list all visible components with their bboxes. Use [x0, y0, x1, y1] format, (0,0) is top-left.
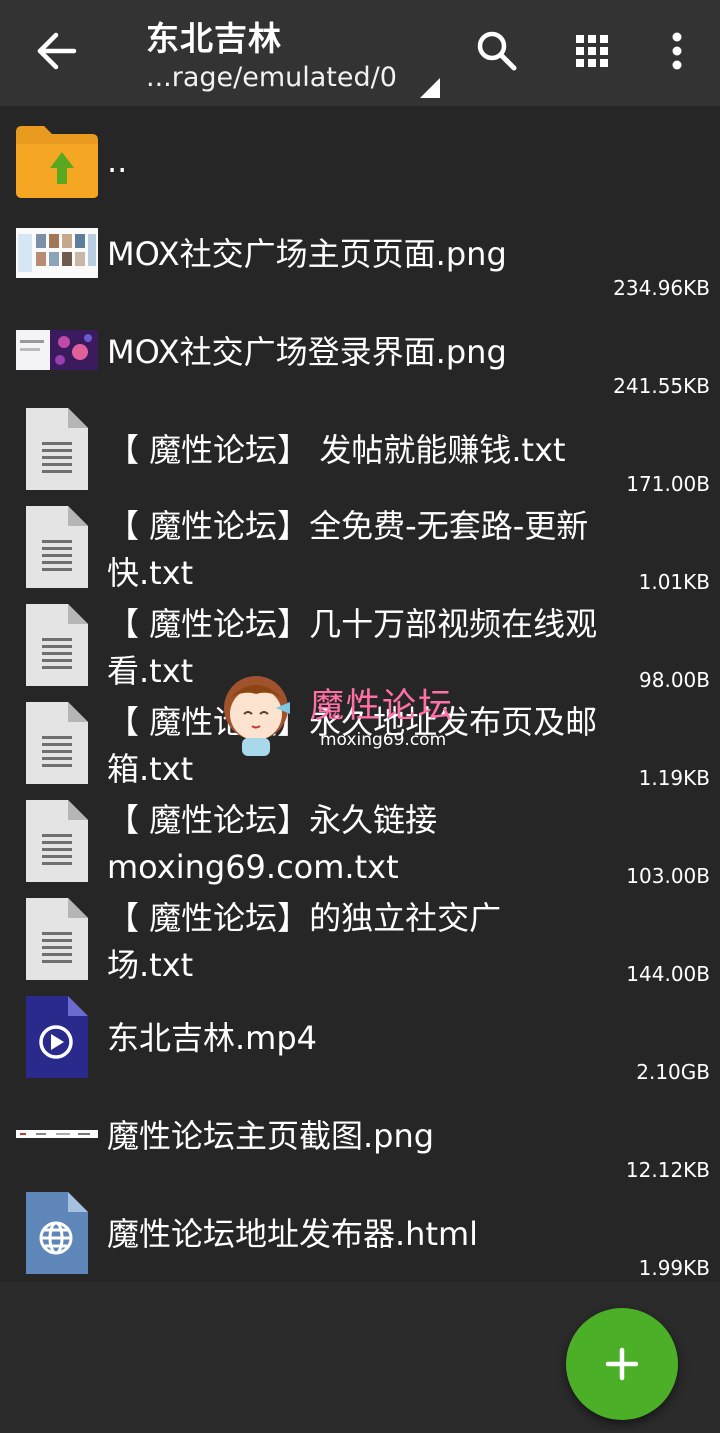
list-item[interactable]: MOX社交广场登录界面.png 241.55KB — [0, 312, 720, 410]
file-name: .. — [107, 142, 128, 180]
file-size: 2.10GB — [636, 1060, 710, 1084]
file-name: 【 魔性论坛】的独立社交广场.txt — [107, 899, 502, 984]
file-name: MOX社交广场主页页面.png — [107, 235, 507, 273]
file-size: 234.96KB — [613, 276, 710, 300]
more-vert-icon[interactable] — [652, 26, 702, 76]
text-file-icon — [26, 604, 88, 686]
text-file-icon — [26, 702, 88, 784]
text-file-icon — [26, 898, 88, 980]
html-file-icon — [26, 1192, 88, 1274]
list-item[interactable]: 魔性论坛主页截图.png 12.12KB — [0, 1096, 720, 1194]
watermark-url: moxing69.com — [320, 730, 447, 750]
list-item[interactable]: 东北吉林.mp4 2.10GB — [0, 996, 720, 1096]
video-file-icon — [26, 996, 88, 1078]
app-toolbar: 东北吉林 ...rage/emulated/0 — [0, 0, 720, 106]
watermark-text: 魔性论坛 — [310, 686, 454, 726]
image-thumbnail-icon — [16, 228, 98, 278]
folder-up-icon — [16, 126, 98, 198]
search-icon[interactable] — [472, 26, 522, 76]
text-file-icon — [26, 408, 88, 490]
list-item[interactable]: 【 魔性论坛】全免费-无套路-更新快.txt 1.01KB — [0, 506, 720, 606]
back-arrow-icon[interactable] — [30, 28, 82, 74]
file-name: 【 魔性论坛】永久链接moxing69.com.txt — [107, 801, 438, 886]
file-name: 【 魔性论坛】 发帖就能赚钱.txt — [107, 431, 566, 469]
file-size: 144.00B — [626, 962, 710, 986]
file-size: 98.00B — [639, 668, 710, 692]
list-item[interactable]: 【 魔性论坛】的独立社交广场.txt 144.00B — [0, 898, 720, 998]
add-fab-button[interactable] — [566, 1308, 678, 1420]
list-item[interactable]: MOX社交广场主页页面.png 234.96KB — [0, 214, 720, 312]
text-file-icon — [26, 506, 88, 588]
file-size: 12.12KB — [625, 1158, 710, 1182]
list-item[interactable]: 魔性论坛地址发布器.html 1.99KB — [0, 1192, 720, 1292]
path-dropdown-icon[interactable] — [420, 78, 440, 98]
list-item[interactable]: 【 魔性论坛】 发帖就能赚钱.txt 171.00B — [0, 408, 720, 508]
file-name: 魔性论坛主页截图.png — [107, 1117, 435, 1155]
file-size: 1.99KB — [638, 1256, 710, 1280]
file-name: MOX社交广场登录界面.png — [107, 333, 507, 371]
list-item[interactable]: 【 魔性论坛】永久链接moxing69.com.txt 103.00B — [0, 800, 720, 900]
file-size: 1.19KB — [638, 766, 710, 790]
image-thumbnail-icon — [16, 330, 98, 370]
file-size: 241.55KB — [613, 374, 710, 398]
file-name: 【 魔性论坛】全免费-无套路-更新快.txt — [107, 507, 589, 592]
folder-title: 东北吉林 — [146, 19, 282, 58]
file-size: 103.00B — [626, 864, 710, 888]
file-name: 魔性论坛地址发布器.html — [107, 1215, 479, 1253]
text-file-icon — [26, 800, 88, 882]
file-size: 1.01KB — [638, 570, 710, 594]
path-breadcrumb[interactable]: ...rage/emulated/0 — [146, 62, 397, 93]
list-item[interactable]: .. — [0, 116, 720, 214]
file-size: 171.00B — [626, 472, 710, 496]
grid-view-icon[interactable] — [567, 26, 617, 76]
image-thumbnail-icon — [16, 1130, 98, 1138]
file-name: 东北吉林.mp4 — [107, 1019, 318, 1057]
plus-icon — [605, 1347, 639, 1381]
